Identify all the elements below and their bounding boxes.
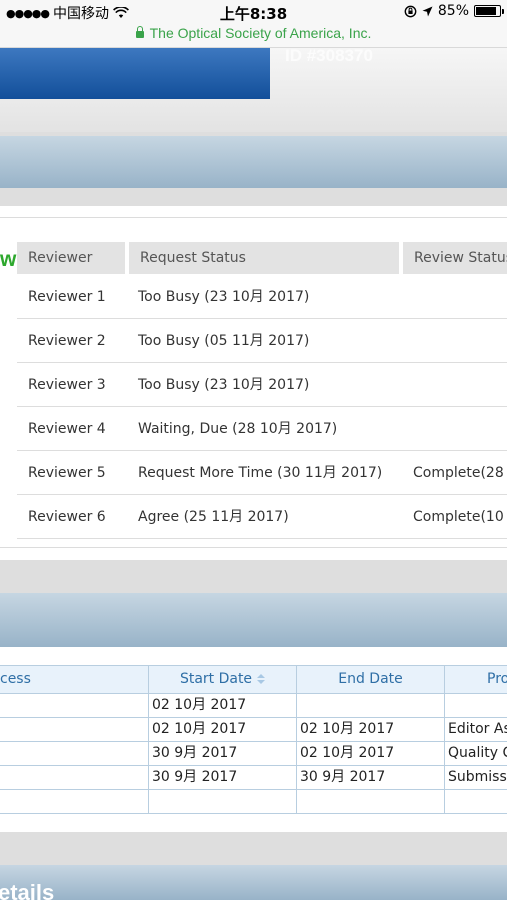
request-status: Request More Time (30 11月 2017) <box>138 465 383 481</box>
review-status: Complete(10 1 <box>413 509 507 525</box>
table-row: Reviewer 1 Too Busy (23 10月 2017) <box>17 275 507 319</box>
divider <box>0 832 507 865</box>
column-header-end-date[interactable]: End Date <box>297 665 445 694</box>
battery-percent: 85% <box>437 3 469 19</box>
divider <box>0 560 507 593</box>
section-title-fragment: etails <box>0 880 55 900</box>
brand-banner <box>0 48 270 99</box>
reviewer-name: Reviewer 2 <box>28 333 106 349</box>
process-cell <box>0 766 149 790</box>
process-cell <box>0 718 149 742</box>
pro-cell <box>445 694 507 718</box>
table-row: Reviewer 2 Too Busy (05 11月 2017) <box>17 319 507 363</box>
column-header-start-date[interactable]: Start Date <box>149 665 297 694</box>
reviewer-panel: w Reviewer Request Status Review Status … <box>0 217 507 548</box>
orientation-lock-icon <box>404 5 417 17</box>
column-header-label: Start Date <box>179 671 253 687</box>
pro-cell: Quality C <box>445 742 507 766</box>
reviewer-name: Reviewer 1 <box>28 289 106 305</box>
pro-cell: Editor Ass <box>445 718 507 742</box>
site-identity[interactable]: The Optical Society of America, Inc. <box>0 25 507 41</box>
request-status: Too Busy (23 10月 2017) <box>138 289 310 305</box>
process-cell <box>0 694 149 718</box>
end-date-cell: 30 9月 2017 <box>297 766 445 790</box>
column-header-process[interactable]: cess <box>0 665 149 694</box>
column-header-request-status[interactable]: Request Status <box>129 242 399 274</box>
start-date-cell <box>149 790 297 814</box>
start-date-cell: 02 10月 2017 <box>149 694 297 718</box>
end-date-cell <box>297 694 445 718</box>
process-cell <box>0 742 149 766</box>
column-header-review-status[interactable]: Review Status <box>403 242 507 274</box>
divider <box>0 188 507 206</box>
column-header-pro[interactable]: Pro <box>445 665 507 694</box>
end-date-cell: 02 10月 2017 <box>297 718 445 742</box>
battery-icon <box>474 5 504 17</box>
site-name: The Optical Society of America, Inc. <box>149 25 372 41</box>
location-arrow-icon <box>422 6 433 16</box>
request-status: Too Busy (23 10月 2017) <box>138 377 310 393</box>
manuscript-id: ID #308370 <box>285 46 373 65</box>
start-date-cell: 30 9月 2017 <box>149 742 297 766</box>
end-date-cell: 02 10月 2017 <box>297 742 445 766</box>
table-row: Reviewer 5 Request More Time (30 11月 201… <box>17 451 507 495</box>
status-bar: ●●●●● 中国移动 上午8:38 85% The Optical Societ… <box>0 0 507 48</box>
section-header-bar <box>0 593 507 647</box>
column-header-reviewer[interactable]: Reviewer <box>17 242 125 274</box>
reviewer-name: Reviewer 5 <box>28 465 106 481</box>
section-header-bar <box>0 865 507 900</box>
reviewer-name: Reviewer 3 <box>28 377 106 393</box>
process-cell <box>0 790 149 814</box>
request-status: Waiting, Due (28 10月 2017) <box>138 421 338 437</box>
end-date-cell <box>297 790 445 814</box>
review-status: Complete(28 1 <box>413 465 507 481</box>
section-heading-fragment: w <box>0 248 17 271</box>
start-date-cell: 02 10月 2017 <box>149 718 297 742</box>
request-status: Too Busy (05 11月 2017) <box>138 333 310 349</box>
reviewer-name: Reviewer 4 <box>28 421 106 437</box>
pro-cell <box>445 790 507 814</box>
sort-icon[interactable] <box>257 674 266 684</box>
pro-cell: Submissio <box>445 766 507 790</box>
reviewer-name: Reviewer 6 <box>28 509 106 525</box>
table-row: Reviewer 4 Waiting, Due (28 10月 2017) <box>17 407 507 451</box>
section-header-bar <box>0 136 507 188</box>
request-status: Agree (25 11月 2017) <box>138 509 289 525</box>
table-row: Reviewer 6 Agree (25 11月 2017) Complete(… <box>17 495 507 539</box>
start-date-cell: 30 9月 2017 <box>149 766 297 790</box>
table-row: Reviewer 3 Too Busy (23 10月 2017) <box>17 363 507 407</box>
lock-icon <box>135 26 144 38</box>
battery-level <box>476 7 496 15</box>
